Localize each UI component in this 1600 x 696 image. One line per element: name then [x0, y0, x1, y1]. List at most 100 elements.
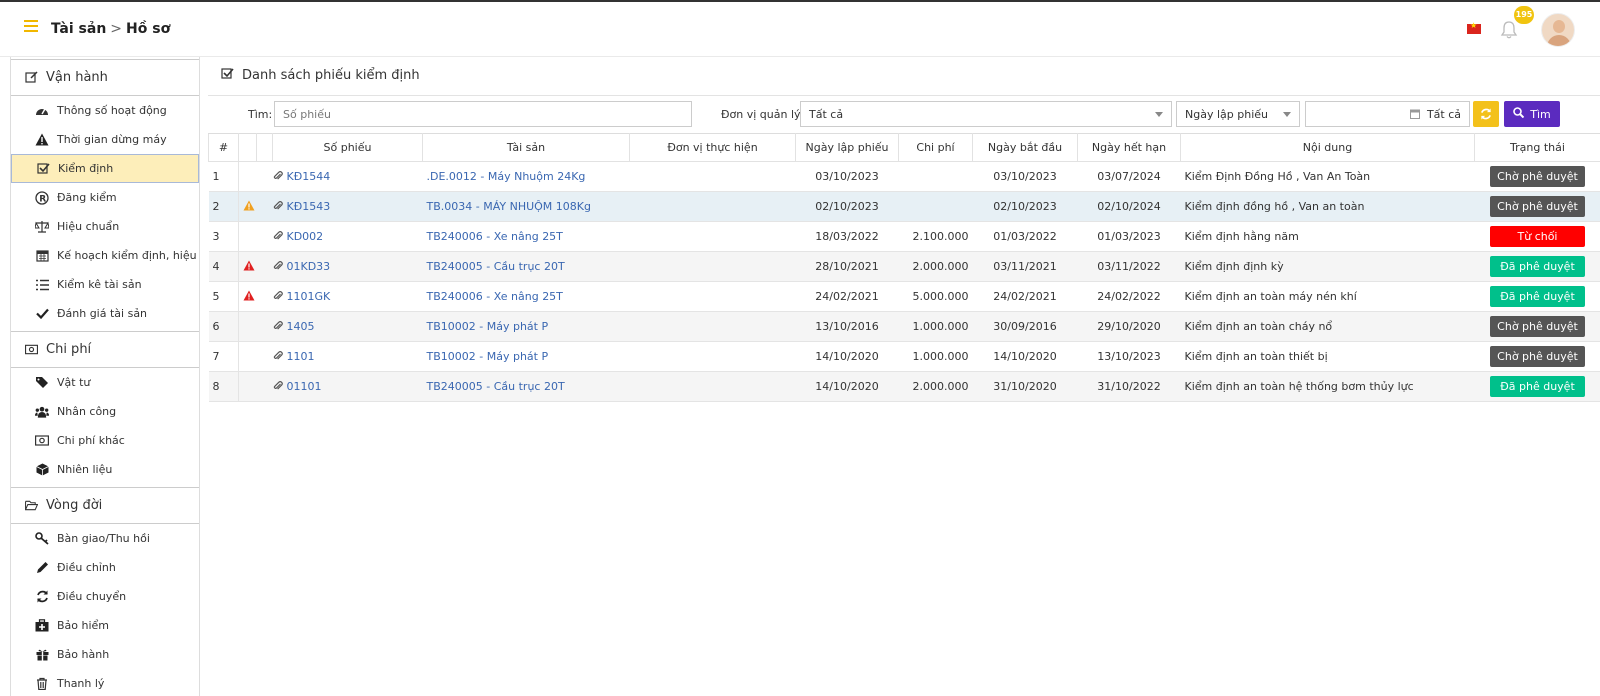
paperclip-icon[interactable] [273, 231, 283, 241]
unit-select[interactable]: Tất cả [800, 101, 1172, 127]
paperclip-icon[interactable] [273, 201, 283, 211]
sidebar-section-costs[interactable]: Chi phí [11, 331, 199, 368]
refresh-button[interactable] [1473, 101, 1499, 127]
inspection-code-link[interactable]: 1101GK [287, 290, 331, 303]
sidebar-item-calibration[interactable]: Hiệu chuẩn [11, 212, 199, 241]
cost-cell: 2.000.000 [898, 251, 973, 282]
status-badge[interactable]: Từ chối [1490, 226, 1585, 247]
user-avatar[interactable] [1541, 13, 1575, 47]
status-badge[interactable]: Chờ phê duyệt [1490, 166, 1585, 187]
asset-link[interactable]: TB240006 - Xe nâng 25T [427, 290, 563, 303]
column-header[interactable]: Chi phí [898, 133, 973, 162]
sidebar-item-materials[interactable]: Vật tư [11, 368, 199, 397]
start-date-cell: 24/02/2021 [972, 281, 1078, 312]
column-header[interactable]: Tài sản [422, 133, 630, 162]
table-row[interactable]: 6 1405 TB10002 - Máy phát P 13/10/2016 1.000… [208, 311, 1600, 342]
table-row[interactable]: 5 1101GK TB240006 - Xe nâng 25T 24/02/2021 5… [208, 281, 1600, 312]
status-badge[interactable]: Đã phê duyệt [1490, 256, 1585, 277]
table-row[interactable]: 8 01101 TB240005 - Cầu trục 20T 14/10/2020 2… [208, 371, 1600, 402]
created-date-cell: 14/10/2020 [795, 371, 899, 402]
asset-link[interactable]: TB10002 - Máy phát P [427, 350, 549, 363]
table-row[interactable]: 4 01KD33 TB240005 - Cầu trục 20T 28/10/2021… [208, 251, 1600, 282]
sidebar-item-inspection-plan[interactable]: Kế hoạch kiểm định, hiệu chuẩn [11, 241, 199, 270]
sidebar-item-transfer[interactable]: Điều chuyển [11, 582, 199, 611]
paperclip-icon[interactable] [273, 381, 283, 391]
sidebar-item-insurance[interactable]: Bảo hiểm [11, 611, 199, 640]
breadcrumb-item-assets[interactable]: Tài sản [51, 21, 106, 37]
column-header[interactable]: Ngày hết hạn [1077, 133, 1181, 162]
asset-link[interactable]: TB240005 - Cầu trục 20T [427, 380, 565, 393]
search-input[interactable] [274, 101, 692, 127]
expire-date-cell: 03/11/2022 [1077, 251, 1181, 282]
svg-text:R: R [39, 194, 46, 204]
asset-link[interactable]: TB10002 - Máy phát P [427, 320, 549, 333]
inspection-code-link[interactable]: KD002 [287, 230, 324, 243]
paperclip-icon[interactable] [273, 171, 283, 181]
sidebar-item-labor[interactable]: Nhân công [11, 397, 199, 426]
table-body: 1 KĐ1544 .DE.0012 - Máy Nhuộm 24Kg 03/10/20… [208, 161, 1600, 402]
sidebar-item-label: Điều chuyển [57, 590, 127, 603]
sidebar-item-inspection[interactable]: Kiểm định [11, 154, 199, 183]
status-cell: Chờ phê duyệt [1474, 341, 1600, 372]
inspection-code-link[interactable]: 1101 [287, 350, 315, 363]
table-row[interactable]: 7 1101 TB10002 - Máy phát P 14/10/2020 1.000… [208, 341, 1600, 372]
status-badge[interactable]: Chờ phê duyệt [1490, 316, 1585, 337]
sidebar-item-asset-evaluation[interactable]: Đánh giá tài sản [11, 299, 199, 328]
table-row[interactable]: 1 KĐ1544 .DE.0012 - Máy Nhuộm 24Kg 03/10/20… [208, 161, 1600, 192]
column-header[interactable]: Ngày bắt đầu [972, 133, 1078, 162]
sidebar-item-operating-parameters[interactable]: Thông số hoạt động [11, 96, 199, 125]
inspection-code-link[interactable]: 01101 [287, 380, 322, 393]
sidebar-item-adjustment[interactable]: Điều chỉnh [11, 553, 199, 582]
sidebar-item-label: Vật tư [57, 376, 91, 389]
attachment-cell [256, 221, 273, 252]
content-cell: Kiểm định an toàn cháy nổ [1180, 311, 1475, 342]
date-type-select[interactable]: Ngày lập phiếu [1176, 101, 1300, 127]
sidebar-item-handover[interactable]: Bàn giao/Thu hồi [11, 524, 199, 553]
sidebar-item-asset-inventory[interactable]: Kiểm kê tài sản [11, 270, 199, 299]
unit-cell [629, 161, 796, 192]
table-row[interactable]: 3 KD002 TB240006 - Xe nâng 25T 18/03/2022 2.… [208, 221, 1600, 252]
sidebar-section-operation[interactable]: Vận hành [11, 59, 199, 96]
vietnam-flag-icon[interactable] [1467, 21, 1481, 34]
expire-date-cell: 29/10/2020 [1077, 311, 1181, 342]
status-badge[interactable]: Chờ phê duyệt [1490, 346, 1585, 367]
column-header[interactable]: # [208, 133, 239, 162]
table-row[interactable]: 2 KĐ1543 TB.0034 - MÁY NHUỘM 108Kg 02/10/20… [208, 191, 1600, 222]
bell-icon[interactable] [1500, 20, 1518, 40]
status-badge[interactable]: Chờ phê duyệt [1490, 196, 1585, 217]
paperclip-icon[interactable] [273, 261, 283, 271]
asset-link[interactable]: TB240005 - Cầu trục 20T [427, 260, 565, 273]
status-badge[interactable]: Đã phê duyệt [1490, 286, 1585, 307]
sidebar-item-registration[interactable]: R Đăng kiểm [11, 183, 199, 212]
inspection-code-link[interactable]: KĐ1544 [287, 170, 331, 183]
sidebar-item-warranty[interactable]: Bảo hành [11, 640, 199, 669]
sidebar-item-downtime[interactable]: Thời gian dừng máy [11, 125, 199, 154]
paperclip-icon[interactable] [273, 291, 283, 301]
column-header[interactable]: Số phiếu [272, 133, 423, 162]
calendar-icon [35, 249, 49, 263]
sidebar-item-liquidation[interactable]: Thanh lý [11, 669, 199, 696]
inspection-code-link[interactable]: 01KD33 [287, 260, 331, 273]
paperclip-icon[interactable] [273, 321, 283, 331]
column-header[interactable]: Nội dung [1180, 133, 1475, 162]
column-header[interactable]: Đơn vị thực hiện [629, 133, 796, 162]
inspection-code-link[interactable]: 1405 [287, 320, 315, 333]
sidebar-item-fuel[interactable]: Nhiên liệu [11, 455, 199, 484]
asset-link[interactable]: TB.0034 - MÁY NHUỘM 108Kg [427, 200, 591, 213]
asset-link[interactable]: .DE.0012 - Máy Nhuộm 24Kg [427, 170, 586, 183]
status-badge[interactable]: Đã phê duyệt [1490, 376, 1585, 397]
paperclip-icon[interactable] [273, 351, 283, 361]
search-button[interactable]: Tìm [1504, 101, 1560, 127]
column-header[interactable]: Ngày lập phiếu [795, 133, 899, 162]
hamburger-menu-icon[interactable] [24, 20, 38, 34]
asset-link[interactable]: TB240006 - Xe nâng 25T [427, 230, 563, 243]
sidebar-section-lifecycle[interactable]: Vòng đời [11, 487, 199, 524]
sidebar-item-other-costs[interactable]: Chi phí khác [11, 426, 199, 455]
search-button-label: Tìm [1530, 107, 1551, 121]
breadcrumb-item-records[interactable]: Hồ sơ [126, 21, 170, 37]
expire-date-cell: 24/02/2022 [1077, 281, 1181, 312]
column-header[interactable]: Trạng thái [1474, 133, 1600, 162]
cost-cell: 5.000.000 [898, 281, 973, 312]
date-range-picker[interactable]: Tất cả [1305, 101, 1470, 127]
inspection-code-link[interactable]: KĐ1543 [287, 200, 331, 213]
